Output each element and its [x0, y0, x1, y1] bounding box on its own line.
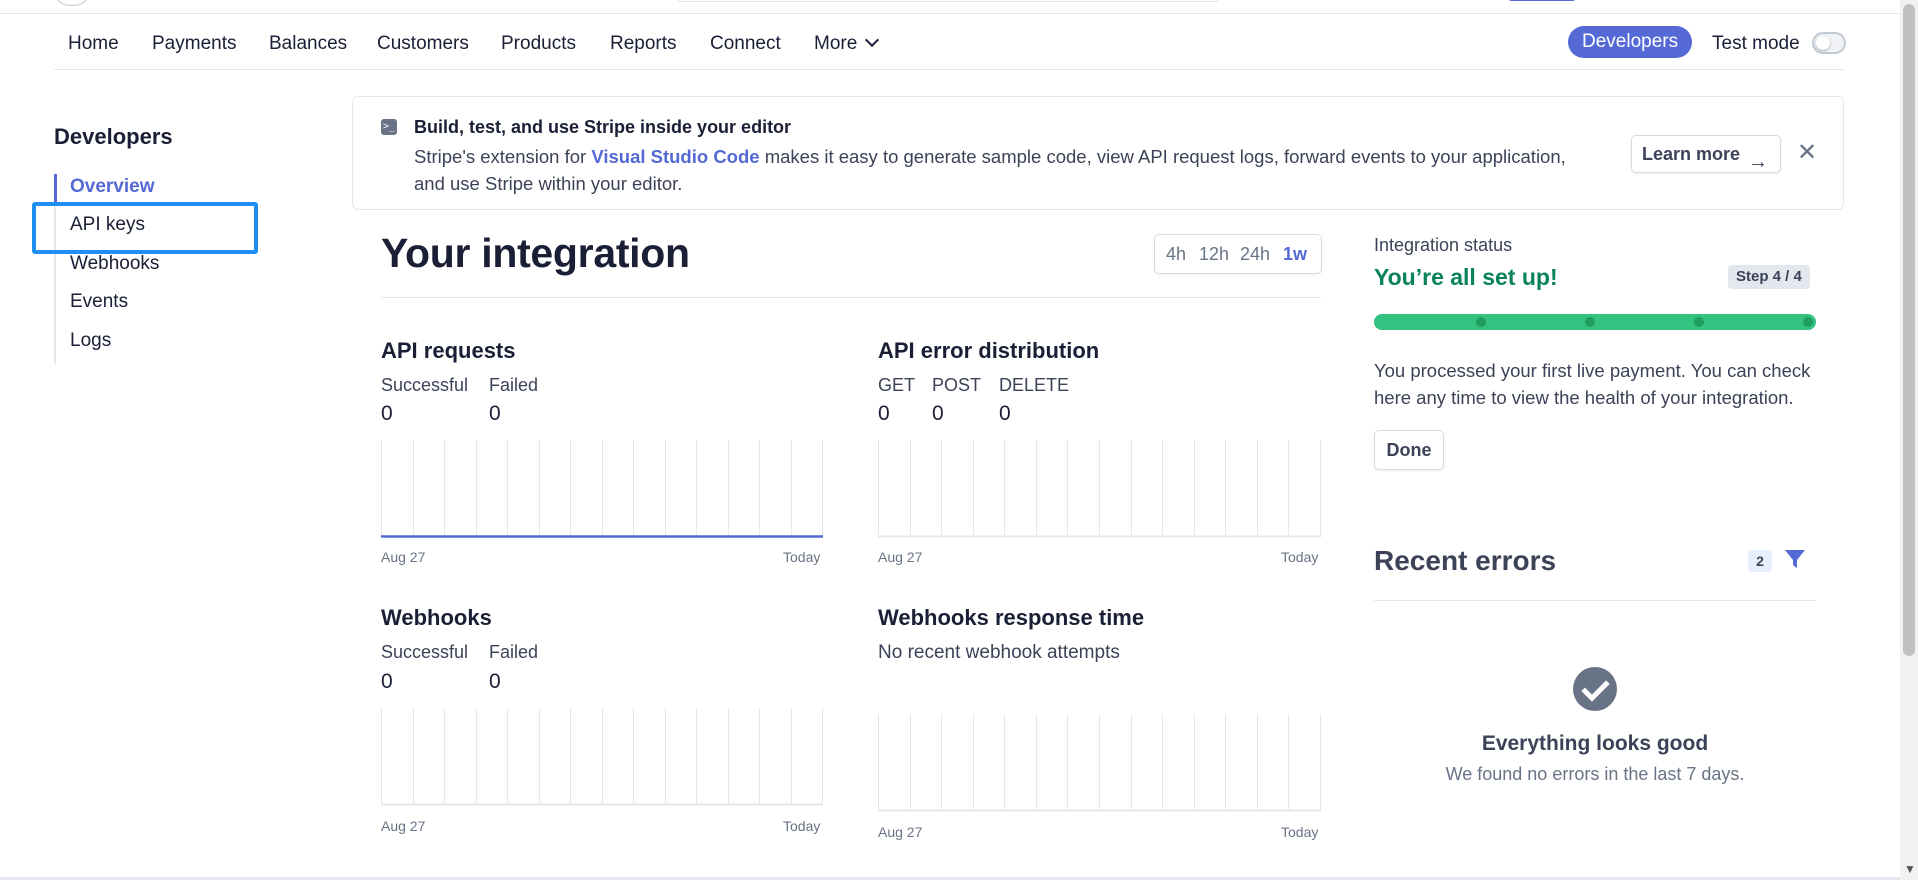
time-range-selector: 4h 12h 24h 1w	[1154, 234, 1322, 274]
divider	[381, 297, 1321, 298]
scroll-down-icon[interactable]: ▼	[1904, 862, 1916, 876]
sidebar-item-api-keys[interactable]: API keys	[70, 214, 145, 236]
x-axis-end-label: Today	[1281, 824, 1319, 840]
api-errors-title: API error distribution	[878, 338, 1100, 363]
learn-more-button[interactable]: Learn more →	[1631, 135, 1781, 173]
divider	[1374, 600, 1816, 601]
range-1w[interactable]: 1w	[1283, 244, 1307, 265]
banner-text-before: Stripe's extension for	[414, 146, 592, 167]
recent-errors-title: Recent errors	[1374, 545, 1557, 576]
nav-customers[interactable]: Customers	[377, 33, 469, 55]
x-axis-start-label: Aug 27	[878, 549, 923, 565]
metric-label: Successful	[381, 375, 469, 395]
main-nav: Home Payments Balances Customers Product…	[54, 14, 1846, 70]
range-12h[interactable]: 12h	[1199, 244, 1229, 265]
nav-connect[interactable]: Connect	[710, 33, 781, 55]
sidebar-item-logs[interactable]: Logs	[70, 330, 111, 352]
metric-value: 0	[999, 402, 1011, 425]
chevron-down-icon	[865, 32, 880, 48]
api-requests-title: API requests	[381, 338, 516, 363]
metric-label: DELETE	[999, 375, 1070, 395]
nav-more[interactable]: More	[814, 32, 880, 55]
editor-extension-banner: >_ Build, test, and use Stripe inside yo…	[352, 96, 1844, 210]
api-requests-chart	[381, 440, 823, 538]
x-axis-start-label: Aug 27	[878, 824, 923, 840]
terminal-icon: >_	[381, 119, 397, 135]
webhooks-response-title: Webhooks response time	[878, 605, 1145, 630]
banner-text: Stripe's extension for Visual Studio Cod…	[414, 143, 1594, 197]
filter-icon[interactable]	[1784, 548, 1806, 570]
metric-label: GET	[878, 375, 916, 395]
status-headline: You’re all set up!	[1374, 264, 1558, 290]
active-indicator	[54, 174, 57, 202]
sidebar-title: Developers	[54, 124, 173, 149]
metric-value: 0	[489, 670, 501, 693]
arrow-right-icon: →	[1748, 151, 1768, 173]
metric-label: Successful	[381, 642, 469, 662]
webhooks-title: Webhooks	[381, 605, 492, 630]
nav-products[interactable]: Products	[501, 33, 576, 55]
progress-step-dot	[1694, 317, 1704, 327]
step-badge: Step 4 / 4	[1728, 265, 1810, 289]
metric-value: 0	[932, 402, 944, 425]
progress-step-dot	[1585, 317, 1595, 327]
progress-step-dot	[1803, 317, 1813, 327]
close-icon[interactable]: ✕	[1797, 141, 1817, 165]
metric-label: POST	[932, 375, 982, 395]
integration-progress-bar	[1374, 314, 1816, 330]
check-circle-icon	[1573, 667, 1617, 711]
metric-label: Failed	[489, 642, 539, 662]
nav-reports[interactable]: Reports	[610, 33, 677, 55]
x-axis-start-label: Aug 27	[381, 549, 426, 565]
x-axis-end-label: Today	[1281, 549, 1319, 565]
x-axis-start-label: Aug 27	[381, 818, 426, 834]
empty-state-title: Everything looks good	[1481, 732, 1709, 755]
metric-value: 0	[381, 402, 393, 425]
progress-step-dot	[1476, 317, 1486, 327]
page-title: Your integration	[381, 230, 690, 276]
integration-status-label: Integration status	[1374, 235, 1513, 255]
api-errors-chart	[878, 440, 1321, 538]
sidebar-item-events[interactable]: Events	[70, 291, 128, 313]
learn-more-label: Learn more	[1642, 144, 1741, 164]
range-4h[interactable]: 4h	[1166, 244, 1186, 265]
scrollbar-thumb[interactable]	[1903, 4, 1915, 656]
sidebar-nav: Overview API keys Webhooks Events Logs	[54, 174, 254, 364]
vertical-scrollbar[interactable]: ▼	[1900, 0, 1918, 880]
no-webhook-attempts-message: No recent webhook attempts	[878, 642, 1120, 663]
nav-balances[interactable]: Balances	[269, 33, 347, 55]
nav-more-label: More	[814, 33, 858, 54]
metric-value: 0	[489, 402, 501, 425]
metric-value: 0	[381, 670, 393, 693]
error-count-badge: 2	[1748, 550, 1772, 572]
test-mode-toggle[interactable]	[1812, 32, 1846, 54]
empty-state-subtitle: We found no errors in the last 7 days.	[1445, 764, 1745, 784]
banner-title: Build, test, and use Stripe inside your …	[414, 117, 792, 137]
developers-button[interactable]: Developers	[1568, 26, 1693, 58]
sidebar-item-overview[interactable]: Overview	[70, 176, 155, 198]
vscode-link[interactable]: Visual Studio Code	[591, 146, 759, 167]
status-description: You processed your first live payment. Y…	[1374, 360, 1811, 408]
top-toolbar-strip	[0, 0, 1900, 14]
toolbar-button[interactable]	[1508, 0, 1576, 1]
nav-home[interactable]: Home	[68, 33, 119, 55]
range-24h[interactable]: 24h	[1240, 244, 1270, 265]
sidebar-item-webhooks[interactable]: Webhooks	[70, 253, 159, 275]
account-avatar[interactable]	[56, 0, 88, 6]
search-input[interactable]	[676, 0, 1220, 2]
x-axis-end-label: Today	[783, 818, 821, 834]
webhooks-response-chart	[878, 714, 1321, 812]
metric-value: 0	[878, 402, 890, 425]
done-button[interactable]: Done	[1374, 430, 1444, 470]
test-mode-label: Test mode	[1712, 33, 1800, 54]
nav-payments[interactable]: Payments	[152, 33, 236, 55]
metric-label: Failed	[489, 375, 539, 395]
webhooks-chart	[381, 708, 823, 806]
x-axis-end-label: Today	[783, 549, 821, 565]
